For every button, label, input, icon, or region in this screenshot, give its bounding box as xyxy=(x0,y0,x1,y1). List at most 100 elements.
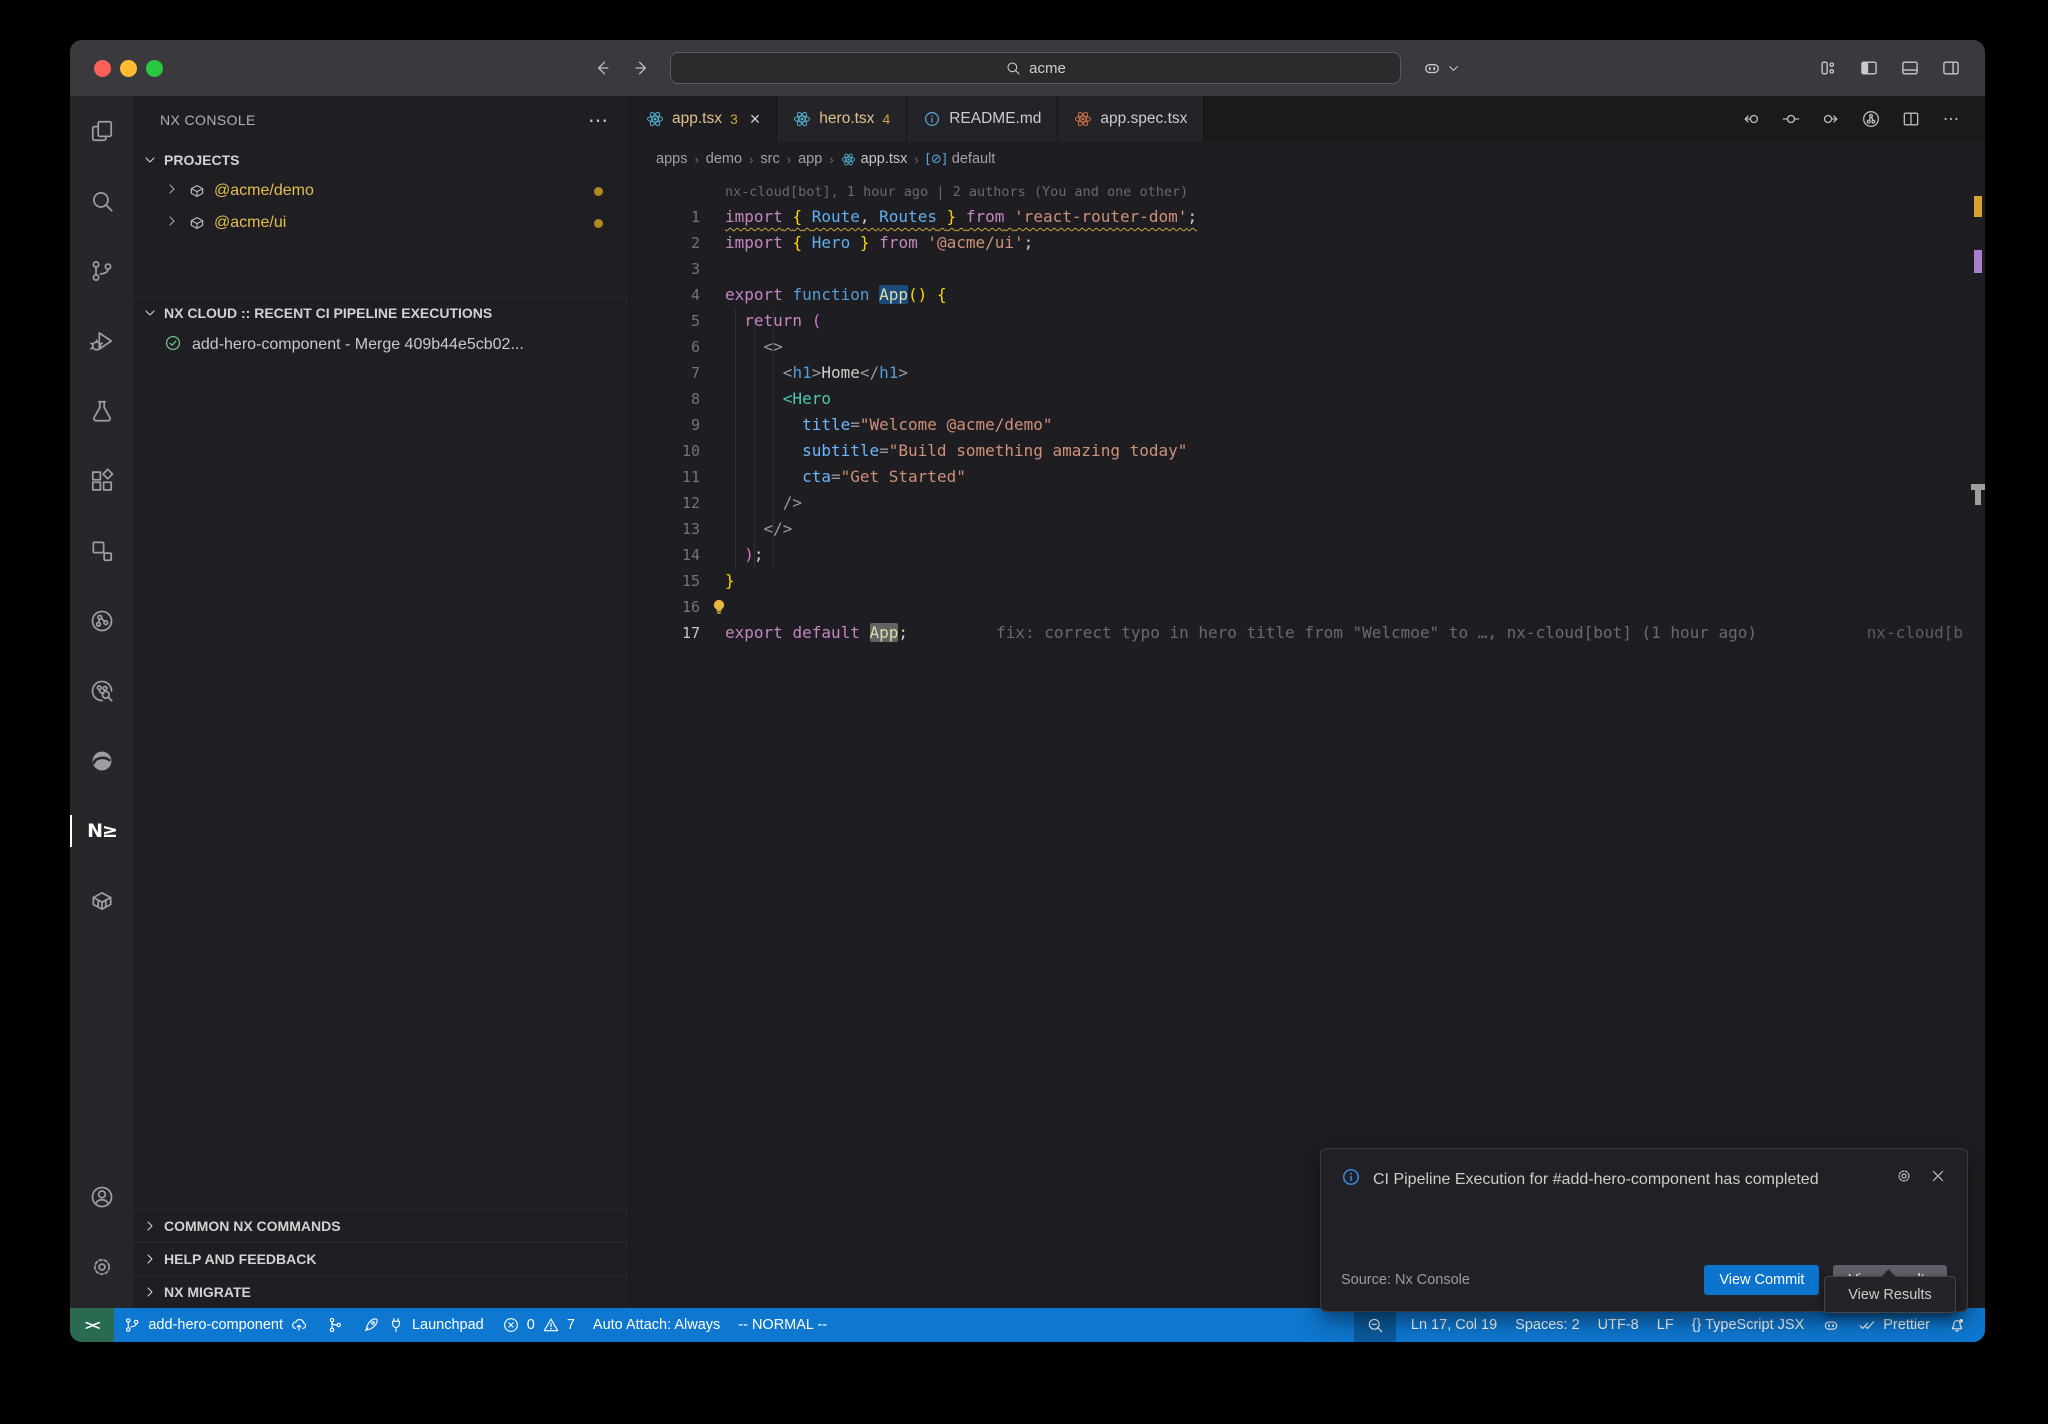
maximize-window-button[interactable] xyxy=(146,60,163,77)
code-line-13[interactable]: 13 </> xyxy=(630,516,1971,542)
activity-item-accounts[interactable] xyxy=(70,1162,134,1232)
status-problems[interactable]: 07 xyxy=(493,1308,584,1342)
copilot-menu[interactable] xyxy=(1422,40,1461,96)
code-line-10[interactable]: 10 subtitle="Build something amazing tod… xyxy=(630,438,1971,464)
status-formatter[interactable]: Prettier xyxy=(1849,1308,1939,1342)
lightbulb-icon[interactable] xyxy=(708,596,730,618)
status-language-mode[interactable]: {} TypeScript JSX xyxy=(1683,1308,1814,1342)
code-line-8[interactable]: 8 <Hero xyxy=(630,386,1971,412)
activity-item-extensions[interactable] xyxy=(70,446,134,516)
status-auto-attach[interactable]: Auto Attach: Always xyxy=(584,1308,729,1342)
code-line-7[interactable]: 7 <h1>Home</h1> xyxy=(630,360,1971,386)
chevron-down-icon xyxy=(142,152,158,168)
code-line-12[interactable]: 12 /> xyxy=(630,490,1971,516)
section-common-nx-commands[interactable]: COMMON NX COMMANDS xyxy=(134,1209,629,1242)
minimize-window-button[interactable] xyxy=(120,60,137,77)
code-line-17[interactable]: 17export default App;fix: correct typo i… xyxy=(630,620,1971,646)
activity-item-source-control[interactable] xyxy=(70,236,134,306)
status-notifications-bell[interactable] xyxy=(1939,1308,1975,1342)
status-remote-indicator[interactable]: >< xyxy=(70,1308,114,1342)
status-zoom-out[interactable] xyxy=(1354,1308,1396,1342)
notification-settings-gear-icon[interactable] xyxy=(1895,1167,1913,1185)
code-line-9[interactable]: 9 title="Welcome @acme/demo" xyxy=(630,412,1971,438)
graph-circle-icon[interactable] xyxy=(1861,109,1881,129)
activity-item-settings[interactable] xyxy=(70,1232,134,1302)
code-line-11[interactable]: 11 cta="Get Started" xyxy=(630,464,1971,490)
view-commit-button[interactable]: View Commit xyxy=(1704,1265,1819,1295)
status-branch-indicator[interactable]: add-hero-component xyxy=(114,1308,317,1342)
more-actions-icon[interactable] xyxy=(1941,109,1961,129)
status-launchpad[interactable]: Launchpad xyxy=(353,1308,493,1342)
tab-README.md[interactable]: README.md xyxy=(907,96,1058,142)
activity-item-nx-console[interactable]: N≥ xyxy=(70,796,134,866)
section-projects[interactable]: PROJECTS xyxy=(134,144,629,175)
section-nx-cloud[interactable]: NX CLOUD :: RECENT CI PIPELINE EXECUTION… xyxy=(134,297,629,328)
overview-ruler[interactable] xyxy=(1971,176,1985,1308)
code-line-4[interactable]: 4export function App() { xyxy=(630,282,1971,308)
code-line-16[interactable]: 16 xyxy=(630,594,1971,620)
activity-item-repo-graph[interactable] xyxy=(70,586,134,656)
breadcrumb-item[interactable]: [⊘]default xyxy=(926,151,996,167)
close-window-button[interactable] xyxy=(94,60,111,77)
breadcrumb-item[interactable]: app xyxy=(798,151,822,167)
customize-layout-icon[interactable] xyxy=(1818,58,1838,78)
prev-change-icon[interactable] xyxy=(1741,109,1761,129)
status-vim-mode[interactable]: -- NORMAL -- xyxy=(729,1308,836,1342)
breadcrumb-item[interactable]: apps xyxy=(656,151,687,167)
breadcrumb-item[interactable]: src xyxy=(760,151,779,167)
section-label: NX MIGRATE xyxy=(164,1284,251,1300)
panel-right-icon[interactable] xyxy=(1941,58,1961,78)
pipeline-execution-item[interactable]: add-hero-component - Merge 409b44e5cb02.… xyxy=(134,328,629,362)
notification-source: Source: Nx Console xyxy=(1341,1272,1470,1288)
tab-hero.tsx[interactable]: hero.tsx4 xyxy=(777,96,907,142)
activity-item-containers[interactable] xyxy=(70,866,134,936)
activity-item-references[interactable] xyxy=(70,516,134,586)
activity-item-explorer[interactable] xyxy=(70,96,134,166)
tab-app.spec.tsx[interactable]: app.spec.tsx xyxy=(1058,96,1204,142)
project-item[interactable]: @acme/demo xyxy=(134,175,629,207)
status-copilot-status[interactable] xyxy=(1813,1308,1849,1342)
code-line-5[interactable]: 5 return ( xyxy=(630,308,1971,334)
code-line-6[interactable]: 6 <> xyxy=(630,334,1971,360)
notification-title: CI Pipeline Execution for #add-hero-comp… xyxy=(1373,1167,1819,1192)
activity-item-testing[interactable] xyxy=(70,376,134,446)
next-change-icon[interactable] xyxy=(1821,109,1841,129)
navigate-forward-icon[interactable] xyxy=(632,40,652,96)
status-pipeline-indicator[interactable] xyxy=(317,1308,353,1342)
section-help-and-feedback[interactable]: HELP AND FEEDBACK xyxy=(134,1242,629,1275)
code-editor[interactable]: nx-cloud[bot], 1 hour ago | 2 authors (Y… xyxy=(630,176,1971,1308)
activity-item-run-and-debug[interactable] xyxy=(70,306,134,376)
panel-bottom-icon[interactable] xyxy=(1900,58,1920,78)
git-branch-icon xyxy=(123,1316,141,1334)
activity-item-scm-graph-search[interactable] xyxy=(70,656,134,726)
more-actions-icon[interactable]: ⋯ xyxy=(588,108,609,133)
command-center-search[interactable]: acme xyxy=(670,52,1401,84)
close-tab-icon[interactable]: × xyxy=(750,109,761,130)
panel-left-filled-icon[interactable] xyxy=(1859,58,1879,78)
status-indentation[interactable]: Spaces: 2 xyxy=(1506,1308,1589,1342)
window-controls xyxy=(94,40,163,96)
react-blue-icon xyxy=(793,110,811,128)
line-number: 16 xyxy=(630,594,700,620)
code-line-2[interactable]: 2import { Hero } from '@acme/ui'; xyxy=(630,230,1971,256)
navigate-back-icon[interactable] xyxy=(592,40,612,96)
current-change-icon[interactable] xyxy=(1781,109,1801,129)
code-line-3[interactable]: 3 xyxy=(630,256,1971,282)
project-item[interactable]: @acme/ui xyxy=(134,207,629,239)
activity-item-edge-browser[interactable] xyxy=(70,726,134,796)
notification-close-icon[interactable] xyxy=(1929,1167,1947,1185)
breadcrumb-item[interactable]: demo xyxy=(706,151,742,167)
status-cursor-position[interactable]: Ln 17, Col 19 xyxy=(1402,1308,1506,1342)
split-editor-icon[interactable] xyxy=(1901,109,1921,129)
code-line-15[interactable]: 15} xyxy=(630,568,1971,594)
code-line-14[interactable]: 14 ); xyxy=(630,542,1971,568)
status-text: 7 xyxy=(567,1317,575,1333)
section-nx-migrate[interactable]: NX MIGRATE xyxy=(134,1275,629,1308)
breadcrumb-item[interactable]: app.tsx xyxy=(841,151,908,167)
status-encoding[interactable]: UTF-8 xyxy=(1589,1308,1648,1342)
tab-app.tsx[interactable]: app.tsx3× xyxy=(630,96,777,142)
status-eol[interactable]: LF xyxy=(1648,1308,1683,1342)
activity-item-search[interactable] xyxy=(70,166,134,236)
info-icon xyxy=(1341,1167,1361,1187)
code-line-1[interactable]: 1import { Route, Routes } from 'react-ro… xyxy=(630,204,1971,230)
